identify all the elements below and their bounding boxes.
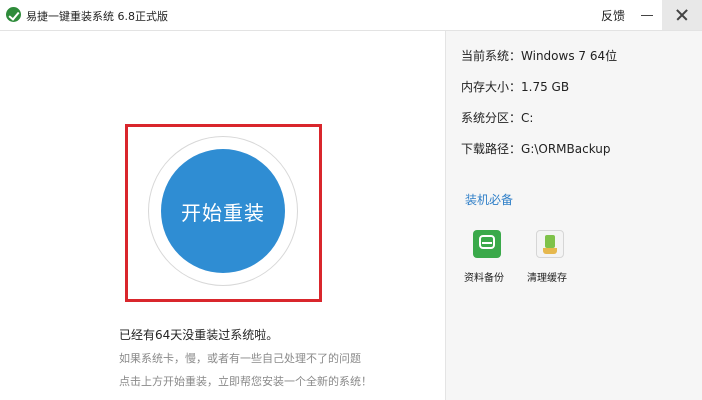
- leaf-logo-icon: [6, 7, 21, 22]
- info-row-partition: 系统分区：C:: [461, 109, 533, 126]
- clean-icon: [536, 230, 564, 258]
- close-button[interactable]: [662, 0, 702, 30]
- status-text: 已经有64天没重装过系统啦。: [119, 328, 279, 342]
- backup-icon: [473, 230, 501, 258]
- tool-label-clean: 清理缓存: [527, 273, 567, 284]
- info-row-memory: 内存大小：1.75 GB: [461, 78, 569, 95]
- window-title: 易捷一键重装系统 6.8正式版: [26, 10, 168, 23]
- info-row-os: 当前系统：Windows 7 64位: [461, 47, 617, 64]
- os-value: Windows 7 64位: [521, 49, 618, 63]
- tools-section-title: 装机必备: [465, 193, 514, 207]
- os-label: 当前系统：: [461, 49, 522, 63]
- start-reinstall-button[interactable]: 开始重装: [161, 149, 285, 273]
- feedback-link[interactable]: 反馈: [601, 7, 625, 24]
- partition-value: C:: [521, 111, 534, 125]
- memory-value: 1.75 GB: [521, 80, 570, 94]
- partition-label: 系统分区：: [461, 111, 522, 125]
- memory-label: 内存大小：: [461, 80, 522, 94]
- hint-text-line2: 点击上方开始重装，立即帮您安装一个全新的系统！: [119, 375, 372, 388]
- title-bar: 易捷一键重装系统 6.8正式版 反馈: [0, 0, 702, 31]
- tool-label-backup: 资料备份: [464, 273, 504, 284]
- minimize-button[interactable]: [632, 0, 662, 30]
- hint-text-line1: 如果系统卡，慢，或者有一些自己处理不了的问题: [119, 352, 361, 365]
- start-button-label: 开始重装: [181, 200, 265, 225]
- info-row-download-path: 下载路径：G:\ORMBackup: [461, 140, 611, 157]
- download-path-value: G:\ORMBackup: [521, 142, 611, 156]
- download-path-label: 下载路径：: [461, 142, 522, 156]
